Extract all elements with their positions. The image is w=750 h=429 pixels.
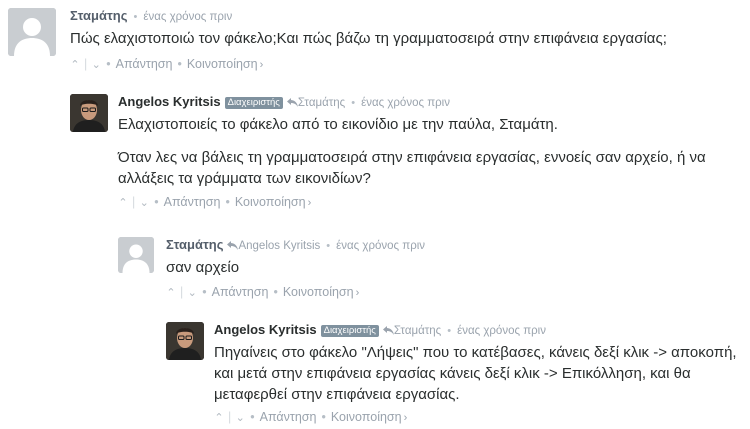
reply-button[interactable]: Απάντηση xyxy=(116,57,173,71)
vote-divider: | xyxy=(180,285,184,299)
comment-paragraph: σαν αρχείο xyxy=(166,259,240,276)
reply-button[interactable]: Απάντηση xyxy=(260,410,317,424)
reply-arrow-icon xyxy=(227,237,239,253)
comment: Angelos Kyritsis Διαχειριστής Σταμάτης • ένα… xyxy=(166,322,746,426)
vote-divider: | xyxy=(132,195,136,209)
separator-dot: • xyxy=(447,325,452,337)
comment-actions: ⌃ | ⌄ • Απάντηση • Κοινοποίηση › xyxy=(214,408,744,426)
downvote-button[interactable]: ⌄ xyxy=(235,409,245,427)
chevron-right-icon: › xyxy=(355,287,360,299)
separator-dot: • xyxy=(154,195,159,209)
chevron-right-icon: › xyxy=(403,412,408,424)
comment-body: Angelos Kyritsis Διαχειριστής Σταμάτης • ένα… xyxy=(118,94,743,211)
reply-to-author[interactable]: Angelos Kyritsis xyxy=(238,240,320,252)
separator-dot: • xyxy=(326,240,331,252)
vote-divider: | xyxy=(84,57,88,71)
comment-header: Angelos Kyritsis Διαχειριστής Σταμάτης • ένα… xyxy=(118,94,743,110)
upvote-button[interactable]: ⌃ xyxy=(214,409,224,427)
upvote-button[interactable]: ⌃ xyxy=(70,56,80,74)
share-button[interactable]: Κοινοποίηση xyxy=(235,195,306,209)
share-button[interactable]: Κοινοποίηση xyxy=(331,410,402,424)
comment: Angelos Kyritsis Διαχειριστής Σταμάτης • ένα… xyxy=(70,94,743,212)
comment-actions: ⌃ | ⌄ • Απάντηση • Κοινοποίηση › xyxy=(118,193,743,211)
downvote-button[interactable]: ⌄ xyxy=(91,56,101,74)
reply-arrow-icon xyxy=(382,322,394,338)
comment-actions: ⌃ | ⌄ • Απάντηση • Κοινοποίηση › xyxy=(166,283,743,301)
reply-arrow-icon xyxy=(286,94,298,110)
timestamp[interactable]: ένας χρόνος πριν xyxy=(336,240,425,252)
downvote-button[interactable]: ⌄ xyxy=(139,194,149,212)
vote-divider: | xyxy=(228,410,232,424)
separator-dot: • xyxy=(106,57,111,71)
moderator-badge: Διαχειριστής xyxy=(320,325,379,337)
author-name[interactable]: Angelos Kyritsis xyxy=(214,322,317,337)
upvote-button[interactable]: ⌃ xyxy=(118,194,128,212)
separator-dot: • xyxy=(202,285,207,299)
downvote-button[interactable]: ⌄ xyxy=(187,284,197,302)
comment-header: Σταμάτης Angelos Kyritsis • ένας χρόνος πρι… xyxy=(166,237,743,253)
author-name[interactable]: Σταμάτης xyxy=(70,8,127,23)
moderator-badge: Διαχειριστής xyxy=(224,97,283,109)
comment-header: Σταμάτης • ένας χρόνος πριν xyxy=(70,8,743,24)
comment-body: Σταμάτης Angelos Kyritsis • ένας χρόνος πρι… xyxy=(166,237,743,301)
comment-text: Πηγαίνεις στο φάκελο "Λήψεις" που το κατ… xyxy=(214,342,744,405)
comment: Σταμάτης Angelos Kyritsis • ένας χρόνος πρι… xyxy=(118,237,743,299)
timestamp[interactable]: ένας χρόνος πριν xyxy=(361,97,450,109)
comment: Σταμάτης • ένας χρόνος πριν Πώς ελαχιστοπο… xyxy=(8,8,743,74)
separator-dot: • xyxy=(351,97,356,109)
comment-paragraph: Όταν λες να βάλεις τη γραμματοσειρά στην… xyxy=(118,149,706,187)
share-button[interactable]: Κοινοποίηση xyxy=(187,57,258,71)
comment-header: Angelos Kyritsis Διαχειριστής Σταμάτης • ένα… xyxy=(214,322,744,338)
chevron-right-icon: › xyxy=(307,197,312,209)
separator-dot: • xyxy=(177,57,182,71)
comment-body: Σταμάτης • ένας χρόνος πριν Πώς ελαχιστοπο… xyxy=(70,8,743,73)
comment-text: Πώς ελαχιστοποιώ τον φάκελο;Και πώς βάζω… xyxy=(70,28,743,49)
comment-paragraph: Ελαχιστοποιείς το φάκελο από το εικονίδι… xyxy=(118,116,558,133)
default-avatar-icon[interactable] xyxy=(118,237,154,273)
share-button[interactable]: Κοινοποίηση xyxy=(283,285,354,299)
separator-dot: • xyxy=(250,410,255,424)
reply-to-author[interactable]: Σταμάτης xyxy=(298,97,345,109)
author-name[interactable]: Angelos Kyritsis xyxy=(118,94,221,109)
comment-paragraph: Πώς ελαχιστοποιώ τον φάκελο;Και πώς βάζω… xyxy=(70,30,667,47)
reply-button[interactable]: Απάντηση xyxy=(212,285,269,299)
comment-text: Ελαχιστοποιείς το φάκελο από το εικονίδι… xyxy=(118,114,743,189)
timestamp[interactable]: ένας χρόνος πριν xyxy=(143,11,232,23)
separator-dot: • xyxy=(321,410,326,424)
user-avatar[interactable] xyxy=(70,94,108,132)
comment-actions: ⌃ | ⌄ • Απάντηση • Κοινοποίηση › xyxy=(70,55,743,73)
timestamp[interactable]: ένας χρόνος πριν xyxy=(457,325,546,337)
author-name[interactable]: Σταμάτης xyxy=(166,237,223,252)
comment-body: Angelos Kyritsis Διαχειριστής Σταμάτης • ένα… xyxy=(214,322,744,426)
separator-dot: • xyxy=(273,285,278,299)
default-avatar-icon[interactable] xyxy=(8,8,56,56)
reply-to-author[interactable]: Σταμάτης xyxy=(394,325,441,337)
reply-button[interactable]: Απάντηση xyxy=(164,195,221,209)
upvote-button[interactable]: ⌃ xyxy=(166,284,176,302)
comment-text: σαν αρχείο xyxy=(166,257,743,278)
chevron-right-icon: › xyxy=(259,59,264,71)
user-avatar[interactable] xyxy=(166,322,204,360)
separator-dot: • xyxy=(225,195,230,209)
comment-paragraph: Πηγαίνεις στο φάκελο "Λήψεις" που το κατ… xyxy=(214,344,737,403)
separator-dot: • xyxy=(133,11,138,23)
